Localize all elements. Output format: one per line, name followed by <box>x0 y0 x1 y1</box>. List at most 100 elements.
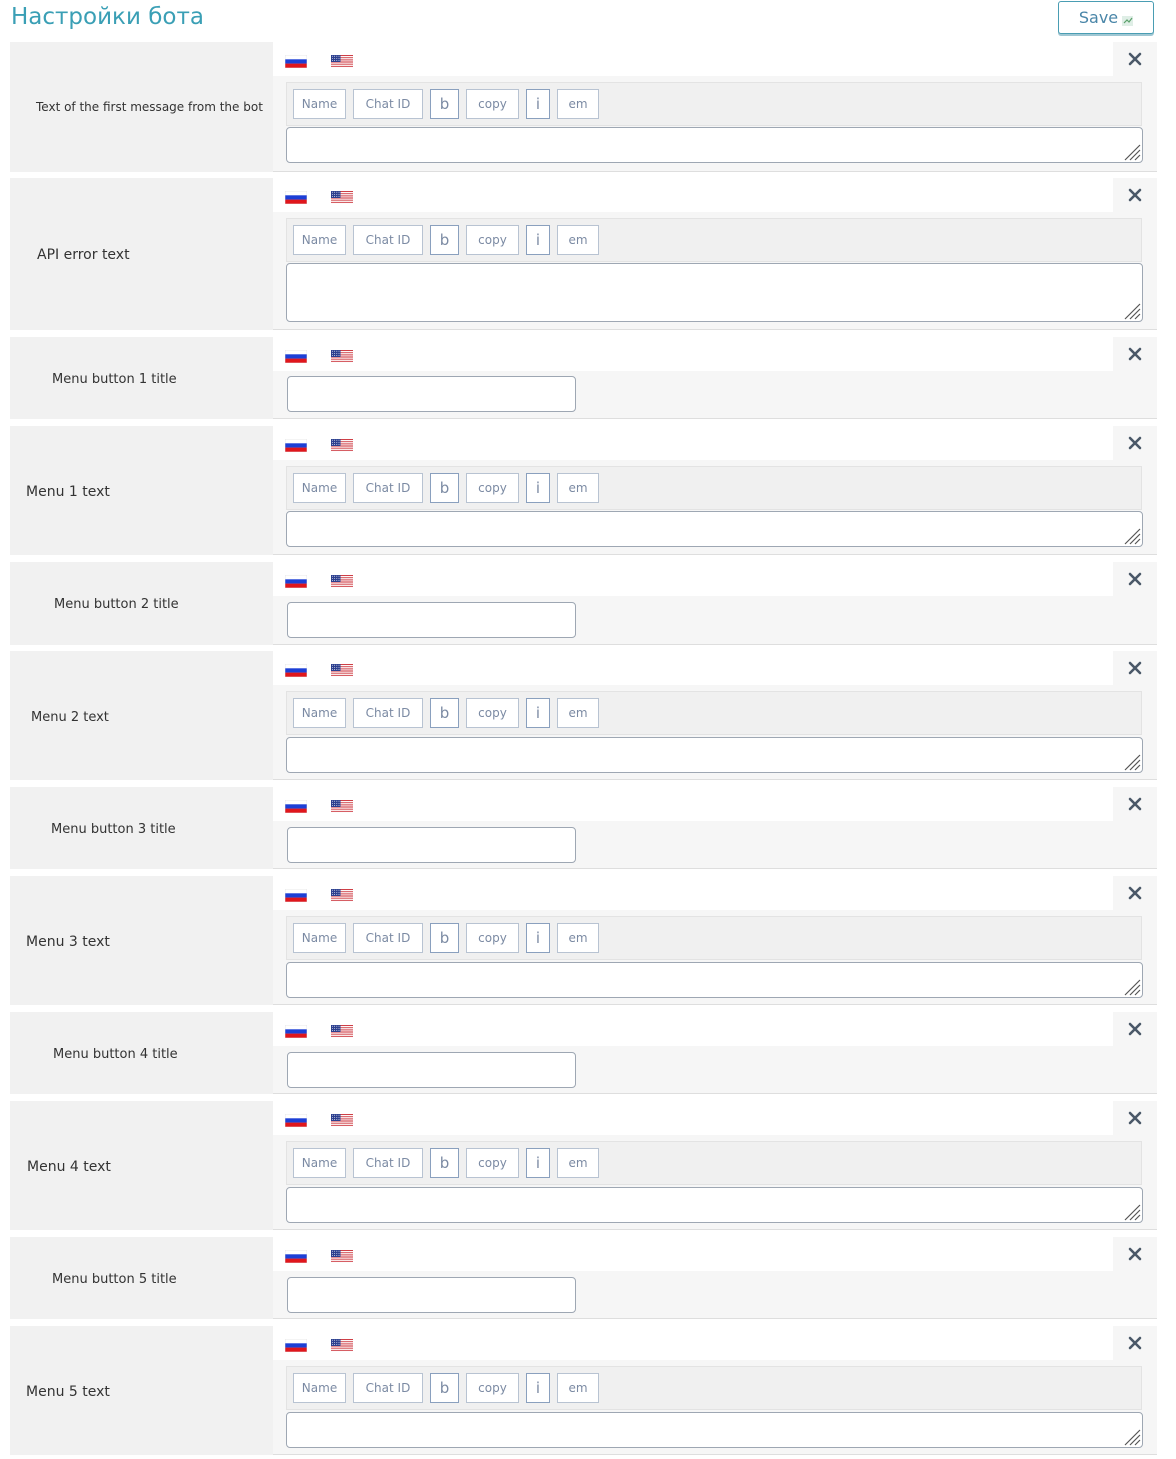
text-area[interactable] <box>286 127 1143 163</box>
text-area[interactable] <box>286 737 1143 773</box>
italic-button[interactable]: i <box>526 473 550 503</box>
em-button[interactable]: em <box>557 698 599 728</box>
chat-id-tag-button[interactable]: Chat ID <box>353 923 423 953</box>
usa-flag-icon[interactable] <box>331 53 353 69</box>
italic-button[interactable]: i <box>526 698 550 728</box>
close-icon[interactable] <box>1113 876 1157 910</box>
copy-button[interactable]: copy <box>466 698 519 728</box>
text-area[interactable] <box>286 511 1143 547</box>
bold-button[interactable]: b <box>430 225 459 255</box>
name-tag-button[interactable]: Name <box>293 225 346 255</box>
italic-button[interactable]: i <box>526 1373 550 1403</box>
usa-flag-icon[interactable] <box>331 887 353 903</box>
usa-flag-icon[interactable] <box>331 662 353 678</box>
russia-flag-icon[interactable] <box>284 1112 308 1128</box>
close-icon[interactable] <box>1113 337 1157 371</box>
name-tag-button[interactable]: Name <box>293 923 346 953</box>
save-button[interactable]: Save <box>1058 1 1154 34</box>
usa-flag-icon[interactable] <box>331 1112 353 1128</box>
title-input[interactable] <box>287 827 576 863</box>
russia-flag-icon[interactable] <box>284 348 308 364</box>
name-tag-button[interactable]: Name <box>293 1373 346 1403</box>
title-input[interactable] <box>287 602 576 638</box>
russia-flag-icon[interactable] <box>284 573 308 589</box>
bold-button[interactable]: b <box>430 1148 459 1178</box>
text-area[interactable] <box>286 1187 1143 1223</box>
usa-flag-icon[interactable] <box>331 1337 353 1353</box>
russia-flag-icon[interactable] <box>284 1248 308 1264</box>
close-icon[interactable] <box>1113 1326 1157 1360</box>
chat-id-tag-button[interactable]: Chat ID <box>353 89 423 119</box>
close-icon[interactable] <box>1113 1237 1157 1271</box>
resize-grip-icon[interactable] <box>1121 141 1141 161</box>
resize-grip-icon[interactable] <box>1121 300 1141 320</box>
bold-button[interactable]: b <box>430 698 459 728</box>
em-button[interactable]: em <box>557 923 599 953</box>
title-input[interactable] <box>287 376 576 412</box>
chat-id-tag-button[interactable]: Chat ID <box>353 225 423 255</box>
em-button[interactable]: em <box>557 1373 599 1403</box>
usa-flag-icon[interactable] <box>331 573 353 589</box>
name-tag-button[interactable]: Name <box>293 89 346 119</box>
resize-grip-icon[interactable] <box>1121 1201 1141 1221</box>
russia-flag-icon[interactable] <box>284 437 308 453</box>
close-icon[interactable] <box>1113 651 1157 685</box>
name-tag-button[interactable]: Name <box>293 1148 346 1178</box>
chat-id-tag-button[interactable]: Chat ID <box>353 473 423 503</box>
close-icon[interactable] <box>1113 178 1157 212</box>
russia-flag-icon[interactable] <box>284 1337 308 1353</box>
close-icon[interactable] <box>1113 1101 1157 1135</box>
bold-button[interactable]: b <box>430 1373 459 1403</box>
russia-flag-icon[interactable] <box>284 189 308 205</box>
close-icon[interactable] <box>1113 426 1157 460</box>
bold-button[interactable]: b <box>430 923 459 953</box>
italic-button[interactable]: i <box>526 1148 550 1178</box>
close-icon[interactable] <box>1113 1012 1157 1046</box>
usa-flag-icon[interactable] <box>331 1023 353 1039</box>
name-tag-button[interactable]: Name <box>293 473 346 503</box>
italic-button[interactable]: i <box>526 923 550 953</box>
usa-flag-icon[interactable] <box>331 437 353 453</box>
close-icon[interactable] <box>1113 42 1157 76</box>
russia-flag-icon[interactable] <box>284 798 308 814</box>
close-icon[interactable] <box>1113 787 1157 821</box>
bold-button[interactable]: b <box>430 89 459 119</box>
chat-id-tag-button[interactable]: Chat ID <box>353 1373 423 1403</box>
format-toolbar: Name Chat ID b copy i em <box>286 466 1142 510</box>
copy-button[interactable]: copy <box>466 225 519 255</box>
russia-flag-icon[interactable] <box>284 887 308 903</box>
chat-id-tag-button[interactable]: Chat ID <box>353 1148 423 1178</box>
usa-flag-icon[interactable] <box>331 1248 353 1264</box>
em-button[interactable]: em <box>557 225 599 255</box>
bold-button[interactable]: b <box>430 473 459 503</box>
title-input[interactable] <box>287 1277 576 1313</box>
em-button[interactable]: em <box>557 473 599 503</box>
copy-button[interactable]: copy <box>466 473 519 503</box>
italic-button[interactable]: i <box>526 89 550 119</box>
russia-flag-icon[interactable] <box>284 1023 308 1039</box>
usa-flag-icon[interactable] <box>331 189 353 205</box>
title-input[interactable] <box>287 1052 576 1088</box>
russia-flag-icon[interactable] <box>284 662 308 678</box>
russia-flag-icon[interactable] <box>284 53 308 69</box>
copy-button[interactable]: copy <box>466 1373 519 1403</box>
em-button[interactable]: em <box>557 1148 599 1178</box>
resize-grip-icon[interactable] <box>1121 751 1141 771</box>
em-button[interactable]: em <box>557 89 599 119</box>
setting-row: Menu button 4 title <box>10 1012 1157 1094</box>
text-area[interactable] <box>286 263 1143 322</box>
copy-button[interactable]: copy <box>466 923 519 953</box>
usa-flag-icon[interactable] <box>331 348 353 364</box>
copy-button[interactable]: copy <box>466 1148 519 1178</box>
text-area[interactable] <box>286 962 1143 998</box>
usa-flag-icon[interactable] <box>331 798 353 814</box>
name-tag-button[interactable]: Name <box>293 698 346 728</box>
chat-id-tag-button[interactable]: Chat ID <box>353 698 423 728</box>
italic-button[interactable]: i <box>526 225 550 255</box>
copy-button[interactable]: copy <box>466 89 519 119</box>
close-icon[interactable] <box>1113 562 1157 596</box>
resize-grip-icon[interactable] <box>1121 976 1141 996</box>
text-area[interactable] <box>286 1412 1143 1448</box>
resize-grip-icon[interactable] <box>1121 525 1141 545</box>
resize-grip-icon[interactable] <box>1121 1426 1141 1446</box>
